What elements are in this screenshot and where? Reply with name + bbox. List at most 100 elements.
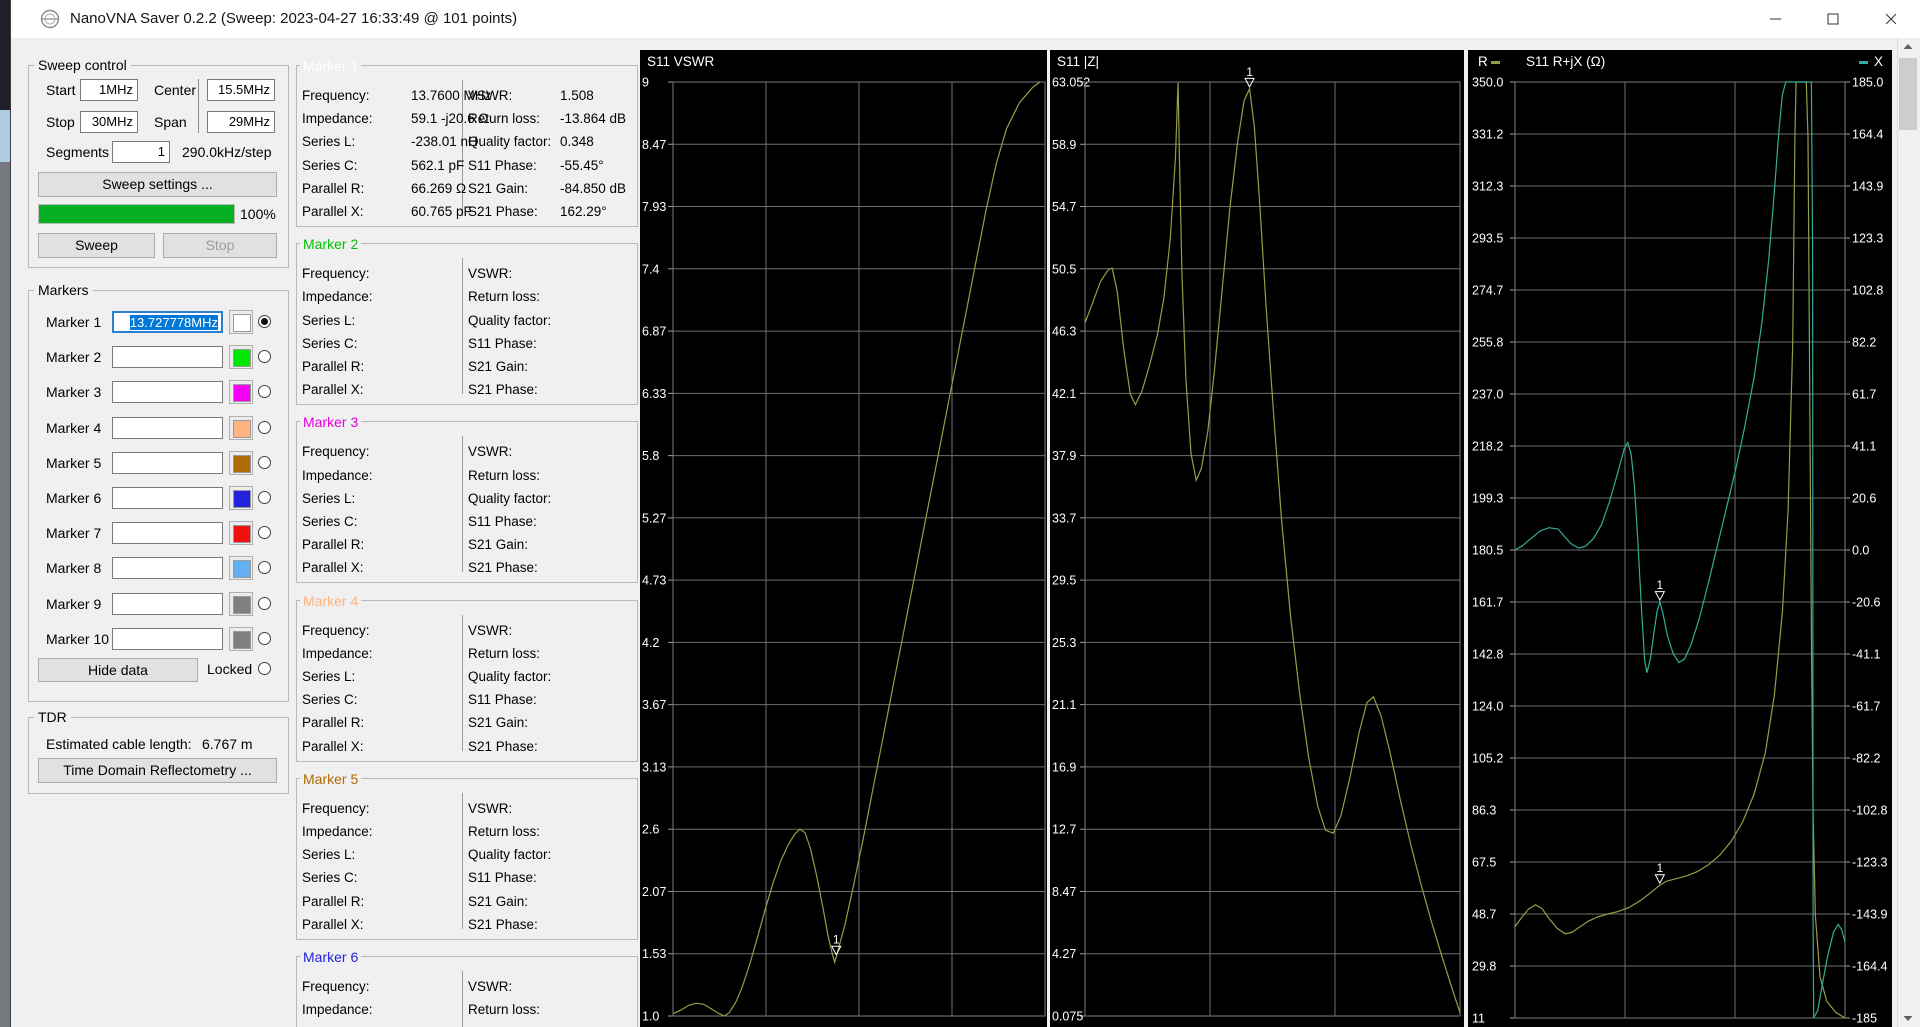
marker-select-radio[interactable] bbox=[258, 315, 271, 328]
marker-select-radio[interactable] bbox=[258, 491, 271, 504]
marker-frequency-input[interactable] bbox=[112, 346, 223, 369]
svg-text:123.3: 123.3 bbox=[1852, 232, 1883, 246]
svg-text:218.2: 218.2 bbox=[1472, 440, 1503, 454]
segments-input[interactable]: 1 bbox=[112, 141, 170, 163]
marker-data-label: Parallel R: bbox=[302, 359, 365, 374]
vertical-scrollbar[interactable] bbox=[1897, 38, 1918, 1027]
marker-color-button[interactable] bbox=[229, 450, 253, 475]
marker-color-button[interactable] bbox=[229, 310, 253, 334]
marker-data-label: S21 Gain: bbox=[468, 359, 529, 374]
marker-select-radio[interactable] bbox=[258, 420, 271, 434]
marker-color-button[interactable] bbox=[229, 415, 253, 440]
marker-data-label: S11 Phase: bbox=[468, 514, 537, 529]
hide-data-button[interactable]: Hide data bbox=[38, 658, 198, 682]
marker-color-button[interactable] bbox=[229, 626, 253, 651]
marker-frequency-input[interactable] bbox=[112, 557, 223, 580]
marker-select-radio[interactable] bbox=[258, 631, 271, 645]
marker-frequency-input[interactable] bbox=[112, 522, 223, 545]
marker-row-label: Marker 4 bbox=[46, 419, 102, 436]
tdr-title: TDR bbox=[34, 709, 71, 725]
marker-select-radio[interactable] bbox=[258, 596, 271, 610]
svg-text:-82.2: -82.2 bbox=[1852, 752, 1881, 766]
chart-s11-vswr-plot[interactable]: 9 8.47 7.93 7.4 6.87 6.33 5.8 5.27 4.73 4.2 3.67 3.… bbox=[640, 50, 1047, 1027]
center-label: Center bbox=[154, 82, 197, 98]
legend-r-label: R bbox=[1478, 54, 1488, 69]
marker-frequency-input[interactable] bbox=[112, 451, 223, 474]
marker-data-label: Series L: bbox=[302, 669, 356, 684]
marker-color-button[interactable] bbox=[229, 345, 253, 370]
marker-frequency-input[interactable]: 13.727778MHz bbox=[112, 311, 223, 333]
marker-data-value: 0.348 bbox=[560, 134, 594, 150]
marker-color-button[interactable] bbox=[229, 521, 253, 546]
trace-|Z| bbox=[1084, 82, 1461, 1013]
chart-s11-rjx-plot[interactable]: 350.0 331.2 312.3 293.5 274.7 255.8 237.0 218.2… bbox=[1468, 50, 1892, 1027]
marker-data-label: S11 Phase: bbox=[468, 692, 537, 708]
marker-data-header: Marker 6 bbox=[300, 949, 362, 965]
svg-text:4.27: 4.27 bbox=[1052, 947, 1076, 961]
marker-data-label: Series C: bbox=[302, 692, 358, 708]
marker-data-label: S11 Phase: bbox=[468, 870, 537, 886]
marker-data-divider bbox=[462, 436, 463, 573]
marker-data-label: Series L: bbox=[302, 312, 356, 328]
svg-text:5.27: 5.27 bbox=[642, 511, 666, 525]
marker-frequency-input[interactable] bbox=[112, 592, 223, 615]
maximize-button[interactable] bbox=[1804, 0, 1862, 38]
tdr-button[interactable]: Time Domain Reflectometry ... bbox=[38, 758, 277, 783]
svg-text:293.5: 293.5 bbox=[1472, 232, 1503, 246]
start-input[interactable]: 1MHz bbox=[80, 79, 138, 101]
svg-text:29.8: 29.8 bbox=[1472, 960, 1496, 974]
marker-select-radio[interactable] bbox=[258, 455, 271, 469]
marker-data-label: Impedance: bbox=[302, 111, 373, 127]
marker-color-button[interactable] bbox=[229, 556, 253, 581]
svg-text:237.0: 237.0 bbox=[1472, 388, 1503, 402]
sweep-button[interactable]: Sweep bbox=[38, 233, 155, 258]
span-input[interactable]: 29MHz bbox=[207, 111, 275, 133]
marker-data-label: Impedance: bbox=[302, 824, 373, 839]
chart-s11-vswr[interactable]: S11 VSWR 9 8.47 7.93 7.4 6.87 6.33 5.8 5.27 4.73… bbox=[640, 50, 1047, 1027]
minimize-button[interactable] bbox=[1746, 0, 1804, 38]
sweep-progress-bar bbox=[38, 204, 235, 224]
chart-s11-rjx[interactable]: R S11 R+jX (Ω) X 350.0 331.2 312.3 293.5 274… bbox=[1468, 50, 1892, 1027]
stop-input[interactable]: 30MHz bbox=[80, 111, 138, 133]
svg-text:-185: -185 bbox=[1852, 1012, 1877, 1026]
span-label: Span bbox=[154, 114, 187, 130]
marker-data-label: Return loss: bbox=[468, 824, 541, 839]
marker-color-button[interactable] bbox=[229, 380, 253, 405]
marker-frequency-input[interactable] bbox=[112, 416, 223, 439]
scroll-down-icon[interactable] bbox=[1898, 1010, 1918, 1027]
locked-radio[interactable] bbox=[258, 662, 271, 675]
marker-frequency-input[interactable] bbox=[112, 627, 223, 650]
svg-text:4.73: 4.73 bbox=[642, 574, 666, 588]
locked-label: Locked bbox=[207, 661, 253, 677]
marker-color-button[interactable] bbox=[229, 486, 253, 510]
marker-data-label: S21 Gain: bbox=[468, 715, 529, 731]
marker-data-value: 1.508 bbox=[560, 88, 594, 103]
marker-frequency-input[interactable] bbox=[112, 381, 223, 404]
close-button[interactable] bbox=[1862, 0, 1920, 38]
marker-data-value: 162.29° bbox=[560, 204, 607, 219]
marker-frequency-input[interactable] bbox=[112, 487, 223, 509]
marker-data-label: Parallel R: bbox=[302, 715, 365, 731]
svg-text:1: 1 bbox=[1656, 578, 1663, 592]
title-bar[interactable]: NanoVNA Saver 0.2.2 (Sweep: 2023-04-27 1… bbox=[10, 0, 1920, 38]
svg-text:12.7: 12.7 bbox=[1052, 823, 1076, 837]
scroll-up-icon[interactable] bbox=[1898, 38, 1918, 55]
stop-button[interactable]: Stop bbox=[163, 233, 277, 258]
marker-data-label: Series C: bbox=[302, 514, 358, 529]
svg-text:6.87: 6.87 bbox=[642, 325, 666, 339]
marker-color-button[interactable] bbox=[229, 591, 253, 616]
svg-text:2.07: 2.07 bbox=[642, 885, 666, 899]
scrollbar-thumb[interactable] bbox=[1899, 58, 1917, 130]
marker-data-label: Parallel X: bbox=[302, 916, 364, 932]
marker-data-header: Marker 1 bbox=[300, 58, 362, 74]
marker-data-label: Impedance: bbox=[302, 289, 373, 305]
svg-text:102.8: 102.8 bbox=[1852, 284, 1883, 298]
svg-text:58.9: 58.9 bbox=[1052, 138, 1076, 152]
sweep-settings-button[interactable]: Sweep settings ... bbox=[38, 172, 277, 197]
svg-text:-20.6: -20.6 bbox=[1852, 596, 1881, 610]
chart-s11-z[interactable]: S11 |Z| 63.052 58.9 54.7 50.5 46.3 42.1 37.9 33… bbox=[1050, 50, 1464, 1027]
chart-s11-z-plot[interactable]: 63.05258.954.750.546.342.137.933.729.525… bbox=[1050, 50, 1464, 1027]
svg-text:-41.1: -41.1 bbox=[1852, 648, 1881, 662]
marker-data-label: VSWR: bbox=[468, 622, 513, 638]
center-input[interactable]: 15.5MHz bbox=[207, 79, 275, 101]
